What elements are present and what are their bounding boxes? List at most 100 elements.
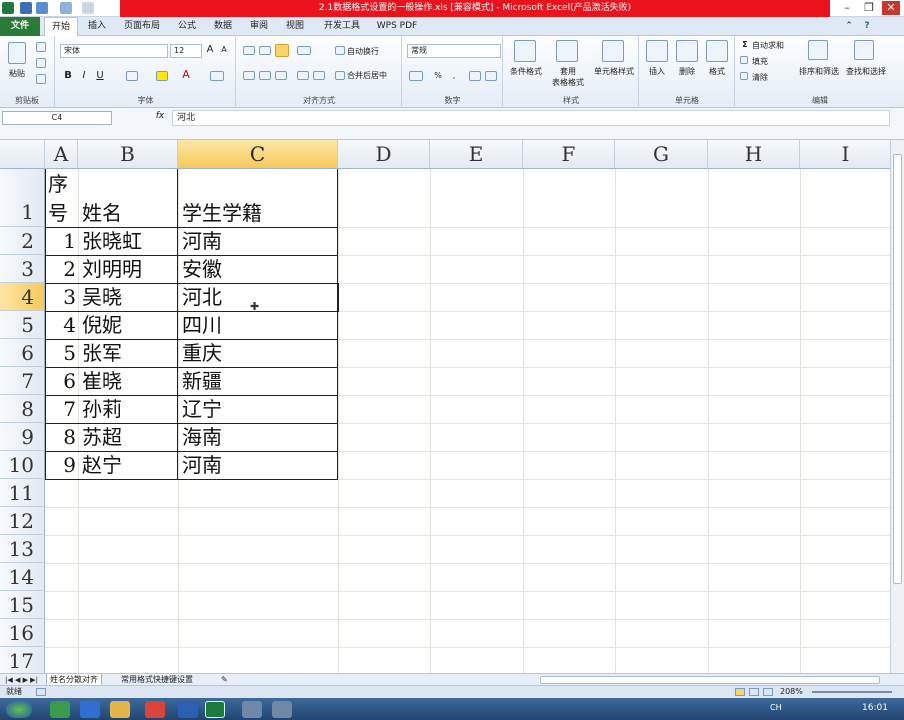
cell-a2[interactable]: 1 xyxy=(46,227,76,255)
minimize-button[interactable]: – xyxy=(838,1,856,15)
row-header-12[interactable]: 12 xyxy=(0,507,45,535)
page-break-view-icon[interactable] xyxy=(763,688,773,696)
help-icon[interactable]: ? xyxy=(860,17,874,36)
column-header-b[interactable]: B xyxy=(78,140,178,169)
macro-record-icon[interactable] xyxy=(36,688,46,696)
italic-button[interactable]: I xyxy=(78,70,90,81)
taskbar-folder-icon[interactable] xyxy=(110,701,130,718)
sort-filter-icon[interactable] xyxy=(808,40,828,60)
percent-icon[interactable]: % xyxy=(433,71,443,80)
column-header-c[interactable]: C xyxy=(178,140,338,169)
row-header-10[interactable]: 10 xyxy=(0,451,45,479)
find-select-icon[interactable] xyxy=(854,40,874,60)
ime-indicator[interactable]: CH xyxy=(770,703,782,712)
row-header-15[interactable]: 15 xyxy=(0,591,45,619)
copy-icon[interactable] xyxy=(36,58,46,68)
find-select-button[interactable]: 查找和选择 xyxy=(842,66,890,77)
align-top-icon[interactable] xyxy=(243,46,255,55)
cell-b3[interactable]: 刘明明 xyxy=(82,255,176,283)
cell-c5[interactable]: 四川 xyxy=(182,311,336,339)
close-button[interactable]: ✕ xyxy=(882,1,900,15)
cell-a7[interactable]: 6 xyxy=(46,367,76,395)
column-header-a[interactable]: A xyxy=(45,140,78,169)
row-header-5[interactable]: 5 xyxy=(0,311,45,339)
align-left-icon[interactable] xyxy=(243,71,255,80)
tab-view[interactable]: 视图 xyxy=(280,17,310,36)
merge-center-button[interactable]: 合并后居中 xyxy=(347,70,402,81)
tab-developer[interactable]: 开发工具 xyxy=(318,17,366,36)
align-center-icon[interactable] xyxy=(259,71,271,80)
cell-b9[interactable]: 苏超 xyxy=(82,423,176,451)
row-header-8[interactable]: 8 xyxy=(0,395,45,423)
spreadsheet-grid[interactable]: A B C D E F G H I 1 2 3 4 5 6 7 8 9 10 11 12 13 14 15 1… xyxy=(0,140,890,673)
cell-c6[interactable]: 重庆 xyxy=(182,339,336,367)
cell-b5[interactable]: 倪妮 xyxy=(82,311,176,339)
cell-a6[interactable]: 5 xyxy=(46,339,76,367)
tab-insert[interactable]: 插入 xyxy=(82,17,112,36)
tab-file[interactable]: 文件 xyxy=(0,17,40,36)
number-format-select[interactable]: 常规 xyxy=(407,44,501,58)
cell-b8[interactable]: 孙莉 xyxy=(82,395,176,423)
horizontal-scrollbar[interactable] xyxy=(540,676,880,684)
cell-c1[interactable]: 学生学籍 xyxy=(182,199,336,227)
row-header-14[interactable]: 14 xyxy=(0,563,45,591)
cell-styles-button[interactable]: 单元格样式 xyxy=(590,66,638,77)
insert-cells-icon[interactable] xyxy=(646,40,668,62)
decrease-decimal-icon[interactable] xyxy=(485,71,497,81)
font-color-icon[interactable]: A xyxy=(180,68,192,81)
tab-home[interactable]: 开始 xyxy=(44,17,78,37)
increase-indent-icon[interactable] xyxy=(313,71,325,80)
row-header-4[interactable]: 4 xyxy=(0,283,45,311)
paste-button[interactable]: 粘贴 xyxy=(4,68,30,79)
orientation-icon[interactable] xyxy=(297,46,311,55)
cell-b1[interactable]: 姓名 xyxy=(82,199,176,227)
cell-c8[interactable]: 辽宁 xyxy=(182,395,336,423)
format-cells-button[interactable]: 格式 xyxy=(704,66,730,77)
column-header-i[interactable]: I xyxy=(800,140,890,169)
cell-b10[interactable]: 赵宁 xyxy=(82,451,176,479)
align-right-icon[interactable] xyxy=(275,71,287,80)
column-header-f[interactable]: F xyxy=(523,140,615,169)
minimize-ribbon-icon[interactable]: ⌃ xyxy=(842,17,856,36)
row-header-3[interactable]: 3 xyxy=(0,255,45,283)
taskbar-browser-icon[interactable] xyxy=(145,701,165,718)
format-painter-icon[interactable] xyxy=(36,74,46,84)
row-header-6[interactable]: 6 xyxy=(0,339,45,367)
save-icon[interactable] xyxy=(20,2,32,14)
row-header-13[interactable]: 13 xyxy=(0,535,45,563)
zoom-level[interactable]: 208% xyxy=(780,686,803,698)
cell-a10[interactable]: 9 xyxy=(46,451,76,479)
row-header-2[interactable]: 2 xyxy=(0,227,45,255)
align-bottom-icon[interactable] xyxy=(275,44,289,57)
cell-b7[interactable]: 崔晓 xyxy=(82,367,176,395)
paste-icon[interactable] xyxy=(8,42,26,64)
increase-decimal-icon[interactable] xyxy=(469,71,481,81)
taskbar-excel-icon[interactable] xyxy=(205,701,225,718)
grow-font-icon[interactable]: A xyxy=(204,44,216,55)
vertical-scroll-thumb[interactable] xyxy=(893,154,902,584)
fill-icon[interactable] xyxy=(740,56,748,64)
tab-formulas[interactable]: 公式 xyxy=(172,17,202,36)
page-layout-view-icon[interactable] xyxy=(749,688,759,696)
row-header-9[interactable]: 9 xyxy=(0,423,45,451)
normal-view-icon[interactable] xyxy=(735,688,745,696)
column-header-g[interactable]: G xyxy=(615,140,708,169)
tab-page-layout[interactable]: 页面布局 xyxy=(118,17,166,36)
zoom-slider[interactable] xyxy=(812,691,892,693)
align-middle-icon[interactable] xyxy=(259,46,271,55)
cell-b6[interactable]: 张军 xyxy=(82,339,176,367)
font-name-select[interactable]: 宋体 xyxy=(60,44,168,58)
autosum-icon[interactable]: Σ xyxy=(740,40,750,49)
cell-c10[interactable]: 河南 xyxy=(182,451,336,479)
cell-c3[interactable]: 安徽 xyxy=(182,255,336,283)
borders-icon[interactable] xyxy=(126,71,138,81)
insert-function-icon[interactable]: fx xyxy=(150,111,170,125)
clear-button[interactable]: 清除 xyxy=(752,72,782,83)
font-size-select[interactable]: 12 xyxy=(170,44,202,58)
cell-a8[interactable]: 7 xyxy=(46,395,76,423)
insert-cells-button[interactable]: 插入 xyxy=(644,66,670,77)
row-header-1[interactable]: 1 xyxy=(0,169,45,227)
cell-a9[interactable]: 8 xyxy=(46,423,76,451)
vertical-scrollbar[interactable] xyxy=(890,140,904,673)
phonetic-icon[interactable] xyxy=(210,71,224,81)
